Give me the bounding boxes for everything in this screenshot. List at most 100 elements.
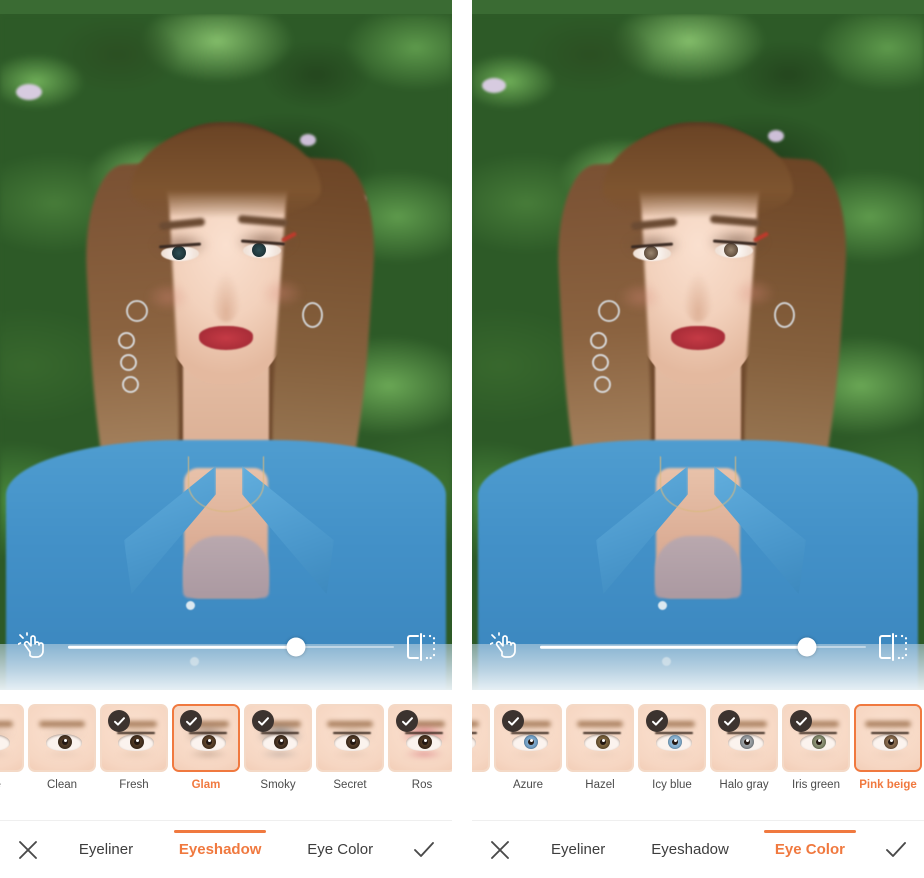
hand-tap-icon[interactable] (489, 632, 524, 662)
applied-check-badge (790, 710, 812, 732)
earring-hoop (774, 302, 795, 328)
preset-item-hazel[interactable]: Hazel (564, 704, 636, 791)
preset-eye-preview (856, 706, 920, 770)
tab-eyeliner[interactable]: Eyeliner (73, 821, 139, 878)
iris-tinted (724, 243, 738, 257)
bottom-tab-bar: Eyeliner Eyeshadow Eye Color (0, 820, 452, 878)
earring-chain-link (120, 354, 137, 371)
tab-eyeliner[interactable]: Eyeliner (545, 821, 611, 878)
tab-label: Eyeshadow (651, 841, 729, 858)
preset-item-halo-gray[interactable]: Halo gray (708, 704, 780, 791)
hand-tap-icon[interactable] (17, 632, 52, 662)
slider-thumb[interactable] (797, 637, 817, 657)
preset-item-clean[interactable]: Clean (26, 704, 98, 791)
applied-check-badge (396, 710, 418, 732)
preset-thumbnail[interactable] (638, 704, 706, 772)
preset-thumbnail[interactable] (854, 704, 922, 772)
preset-eye-preview (472, 706, 488, 770)
preset-eye-preview (30, 706, 94, 770)
preset-thumbnail[interactable] (494, 704, 562, 772)
preset-label: Secret (333, 779, 367, 791)
slider-overlay-bar (472, 630, 924, 664)
preset-thumbnail[interactable] (316, 704, 384, 772)
preset-item-secret[interactable]: Secret (314, 704, 386, 791)
preset-thumbnail-strip[interactable]: lude Clean Fresh Glam Smoky Secret Ros (0, 690, 452, 820)
earring-chain-link (592, 354, 609, 371)
preset-eye-preview (318, 706, 382, 770)
tab-eyeshadow[interactable]: Eyeshadow (173, 821, 268, 878)
preset-label: Iris green (792, 779, 840, 791)
preset-item-icy-blue[interactable]: Icy blue (636, 704, 708, 791)
preset-label: Smoky (260, 779, 296, 791)
preset-thumbnail[interactable] (566, 704, 634, 772)
preset-item-glam[interactable]: Glam (170, 704, 242, 791)
preset-item-nude[interactable]: lude (0, 704, 26, 791)
preset-item-smoky[interactable]: Smoky (242, 704, 314, 791)
tab-eye-color[interactable]: Eye Color (301, 821, 379, 878)
preset-eye-preview (0, 706, 22, 770)
tab-label: Eye Color (774, 841, 845, 858)
intensity-slider[interactable] (68, 632, 394, 662)
preset-eye-preview (568, 706, 632, 770)
preset-thumbnail[interactable] (710, 704, 778, 772)
preset-thumbnail[interactable] (28, 704, 96, 772)
preset-label: Ros (411, 779, 433, 791)
slider-overlay-bar (0, 630, 452, 664)
preset-label: Glam (191, 779, 221, 791)
earring-hoop (302, 302, 323, 328)
check-confirm-icon[interactable] (868, 821, 924, 878)
preset-thumbnail-strip[interactable]: t Azure Hazel Icy blue Halo gray Iris green Pi… (472, 690, 924, 820)
applied-check-badge (718, 710, 740, 732)
tab-eye-color[interactable]: Eye Color (769, 821, 851, 878)
preset-item-iris-green[interactable]: Iris green (780, 704, 852, 791)
before-after-compare-icon[interactable] (876, 632, 910, 662)
photo-preview-right[interactable] (472, 14, 924, 690)
earring-chain-link (122, 376, 139, 393)
earring-hoop (598, 300, 620, 322)
preset-thumbnail[interactable] (472, 704, 490, 772)
check-confirm-icon[interactable] (396, 821, 452, 878)
subject-portrait (472, 14, 924, 690)
before-after-compare-icon[interactable] (404, 632, 438, 662)
earring-chain-link (590, 332, 607, 349)
applied-check-badge (108, 710, 130, 732)
slider-thumb[interactable] (286, 637, 306, 657)
earring-chain-link (594, 376, 611, 393)
preset-thumbnail[interactable] (244, 704, 312, 772)
shirt-button (658, 601, 667, 610)
dual-screenshot-comparison: lude Clean Fresh Glam Smoky Secret Ros Eyeline… (0, 0, 924, 878)
preset-thumbnail[interactable] (0, 704, 24, 772)
preset-thumbnail[interactable] (172, 704, 240, 772)
tab-label: Eye Color (307, 841, 374, 858)
intensity-slider[interactable] (540, 632, 866, 662)
preset-label: Halo gray (719, 779, 769, 791)
panel-divider (452, 0, 472, 878)
right-panel: t Azure Hazel Icy blue Halo gray Iris green Pi… (472, 0, 924, 878)
preset-item-fresh[interactable]: Fresh (98, 704, 170, 791)
close-x-icon[interactable] (0, 821, 56, 878)
necklace (660, 456, 736, 512)
applied-check-badge (502, 710, 524, 732)
applied-check-badge (646, 710, 668, 732)
necklace (188, 456, 264, 512)
preset-thumbnail[interactable] (100, 704, 168, 772)
tab-eyeshadow[interactable]: Eyeshadow (645, 821, 735, 878)
preset-item-light[interactable]: t (472, 704, 492, 791)
preset-item-pink-beige[interactable]: Pink beige (852, 704, 924, 791)
subject-portrait (0, 14, 452, 690)
preset-label: Azure (512, 779, 544, 791)
applied-check-badge (180, 710, 202, 732)
preset-label: Clean (46, 779, 78, 791)
preset-label: Hazel (585, 779, 615, 791)
left-panel: lude Clean Fresh Glam Smoky Secret Ros Eyeline… (0, 0, 452, 878)
preset-label: Fresh (119, 779, 149, 791)
tab-label: Eyeliner (551, 841, 606, 858)
bottom-tab-bar: Eyeliner Eyeshadow Eye Color (472, 820, 924, 878)
photo-preview-left[interactable] (0, 14, 452, 690)
preset-thumbnail[interactable] (388, 704, 452, 772)
earring-hoop (126, 300, 148, 322)
close-x-icon[interactable] (472, 821, 528, 878)
preset-item-azure[interactable]: Azure (492, 704, 564, 791)
preset-thumbnail[interactable] (782, 704, 850, 772)
preset-item-rose[interactable]: Ros (386, 704, 452, 791)
